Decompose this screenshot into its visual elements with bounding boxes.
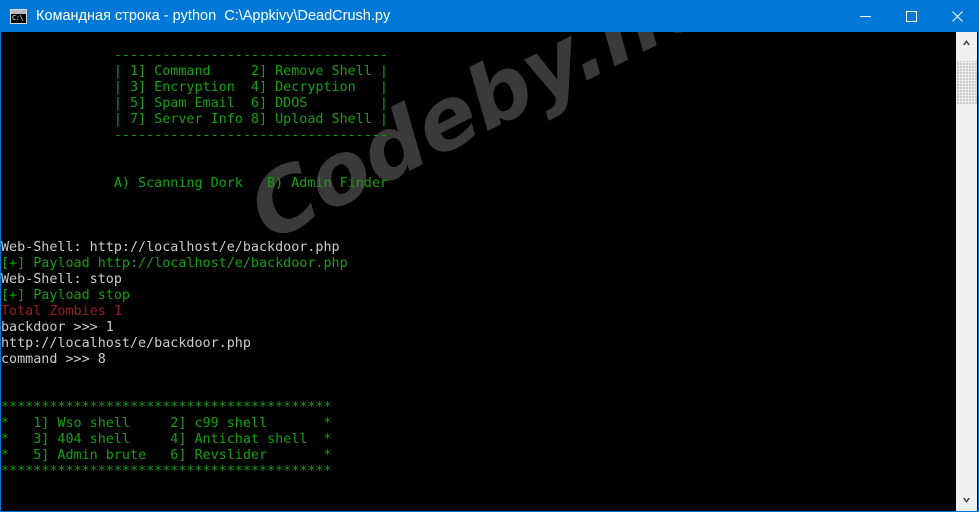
console-line: Web-Shell: stop — [1, 272, 122, 287]
scroll-up-arrow-icon[interactable] — [956, 32, 977, 53]
console-text: ---------------------------------- | 1] … — [1, 32, 388, 511]
cmd-icon-text: C:\ — [12, 13, 24, 22]
scroll-down-arrow-icon[interactable] — [956, 490, 977, 511]
console-line: ****************************************… — [1, 464, 332, 479]
console-line: ****************************************… — [1, 400, 332, 415]
console-line: command >>> 8 — [1, 352, 106, 367]
console-line: | 5] Spam Email 6] DDOS | — [1, 96, 388, 111]
close-button[interactable] — [934, 0, 978, 32]
window-title: Командная строка - python C:\Appkivy\Dea… — [36, 8, 391, 24]
scrollbar-thumb[interactable] — [956, 61, 977, 105]
console-line: A) Scanning Dork B) Admin Finder — [1, 176, 388, 191]
console-line: Total Zombies 1 — [1, 304, 122, 319]
window-titlebar[interactable]: C:\ Командная строка - python C:\Appkivy… — [1, 0, 978, 32]
console-line: backdoor >>> 1 — [1, 320, 114, 335]
maximize-button[interactable] — [888, 0, 934, 32]
console-line: | 3] Encryption 4] Decryption | — [1, 80, 388, 95]
console-line: [+] Payload stop — [1, 288, 130, 303]
console-line: ---------------------------------- — [1, 48, 388, 63]
console-line: ---------------------------------- — [1, 128, 388, 143]
console-line: * 5] Admin brute 6] Revslider * — [1, 448, 332, 463]
minimize-button[interactable] — [842, 0, 888, 32]
console-scrollbar[interactable] — [956, 32, 977, 511]
console-line: Web-Shell: http://localhost/e/backdoor.p… — [1, 240, 340, 255]
console-line: [+] Payload http://localhost/e/backdoor.… — [1, 256, 348, 271]
console-line: | 1] Command 2] Remove Shell | — [1, 64, 388, 79]
console-line: * 3] 404 shell 4] Antichat shell * — [1, 432, 332, 447]
console-output-area[interactable]: Codeby.net -----------------------------… — [1, 32, 957, 511]
console-line: http://localhost/e/backdoor.php — [1, 336, 251, 351]
console-line: * 1] Wso shell 2] c99 shell * — [1, 416, 332, 431]
command-prompt-window: C:\ Командная строка - python C:\Appkivy… — [0, 0, 979, 512]
console-line: | 7] Server Info 8] Upload Shell | — [1, 112, 388, 127]
cmd-console-icon: C:\ — [10, 8, 27, 24]
scrollbar-track[interactable] — [956, 53, 977, 490]
